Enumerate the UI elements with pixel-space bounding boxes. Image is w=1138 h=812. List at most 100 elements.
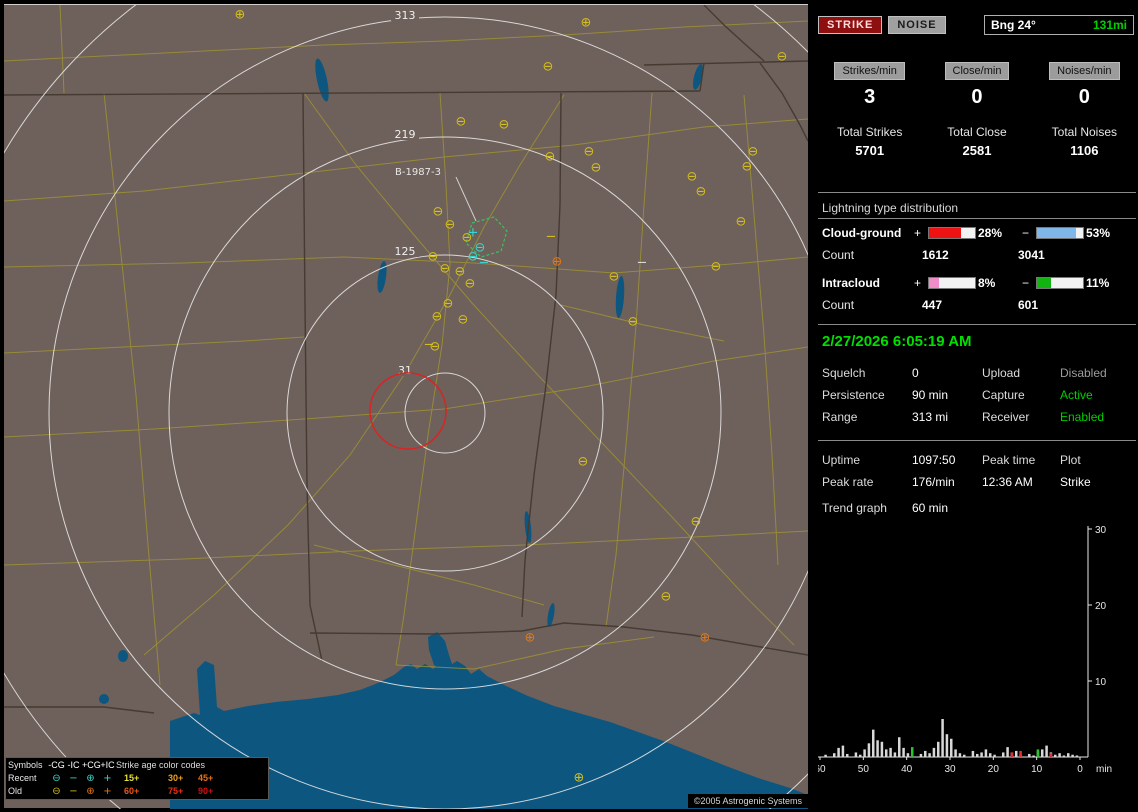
- strike-symbol: ⊖: [458, 313, 469, 328]
- old-ic-pos-icon: +: [103, 786, 112, 797]
- bearing-distance: 131mi: [1092, 18, 1127, 32]
- legend-recent-row: Recent ⊖ − ⊕ + 15+ 30+ 45+: [8, 772, 266, 785]
- persistence-value: 90 min: [912, 388, 949, 402]
- divider: [818, 192, 1136, 193]
- noise-indicator[interactable]: NOISE: [888, 16, 946, 34]
- cloud-ground-counts: Count 1612 3041: [822, 248, 1138, 262]
- strike-symbol: ⊖: [440, 262, 451, 277]
- strike-symbol: ⊖: [736, 215, 747, 230]
- recent-cg-pos-icon: ⊕: [86, 773, 95, 784]
- strike-symbol: ⊖: [742, 160, 753, 175]
- peak-rate-label: Peak rate: [822, 475, 874, 489]
- persistence-label: Persistence: [822, 388, 885, 402]
- svg-text:10: 10: [1031, 764, 1043, 775]
- water-layer: [99, 58, 808, 809]
- map-canvas[interactable]: 313 219 125 31 B-1987-3 ⊖⊖ ⊖⊖ ⊖⊖⊖⊖⊖⊖⊖⊖⊖⊖⊖ ⊖…: [4, 5, 808, 809]
- capture-label: Capture: [982, 388, 1025, 402]
- cg-neg-pct: 53%: [1086, 226, 1111, 240]
- ic-neg-pct: 11%: [1086, 276, 1110, 290]
- settings-grid: Squelch 0 Upload Disabled Persistence 90…: [822, 366, 1138, 424]
- strike-symbol: −: [479, 256, 490, 271]
- receiver-label: Receiver: [982, 410, 1030, 424]
- cloud-ground-row: Cloud-ground + 28% − 53%: [822, 226, 1138, 240]
- ring-label-313: 313: [395, 9, 416, 22]
- ic-neg-count: 601: [1018, 298, 1039, 312]
- recent-cg-neg-icon: ⊖: [52, 773, 61, 784]
- ring-label-219: 219: [395, 128, 416, 141]
- strike-symbol: ⊖: [584, 145, 595, 160]
- total-strikes-label: Total Strikes: [836, 125, 903, 139]
- ic-pos-count: 447: [922, 298, 943, 312]
- old-cg-pos-icon: ⊕: [86, 786, 95, 797]
- strike-symbol: ⊕: [235, 8, 246, 23]
- legend-col-cg-neg: -CG: [48, 760, 65, 770]
- strike-symbol: ⊖: [445, 218, 456, 233]
- strikes-per-min-badge: Strikes/min: [834, 62, 905, 80]
- svg-text:20: 20: [1095, 601, 1107, 612]
- svg-text:10: 10: [1095, 677, 1107, 688]
- ic-pos-bar: [928, 277, 976, 289]
- total-close-label: Total Close: [947, 125, 1007, 139]
- peak-time-label: Peak time: [982, 453, 1036, 467]
- strike-symbol: ⊕: [700, 631, 711, 646]
- cg-pos-count: 1612: [922, 248, 949, 262]
- lightning-map[interactable]: 313 219 125 31 B-1987-3 ⊖ ⊖ ⊖ ⊖ ⊖ ⊖ ⊖ ⊖ ⊖ ⊖ ⊖ ⊖ ⊖ ⊖ ⊖ ⊖…: [4, 4, 808, 809]
- legend-old-row: Old ⊖ − ⊕ + 60+ 75+ 90+: [8, 785, 266, 798]
- svg-text:30: 30: [944, 764, 956, 775]
- strike-indicator[interactable]: STRIKE: [818, 16, 883, 34]
- roads-layer: [4, 5, 808, 686]
- strike-symbol: ⊖: [432, 310, 443, 325]
- legend-col-ic-pos: +IC: [100, 760, 115, 770]
- strike-symbol: ⊖: [777, 50, 788, 65]
- rate-stats: Strikes/min Close/min Noises/min 3 0 0 T…: [816, 62, 1138, 158]
- strike-symbol: ⊖: [465, 277, 476, 292]
- strike-symbol: ⊖: [578, 455, 589, 470]
- strike-symbol: ⊕: [525, 631, 536, 646]
- legend-row-recent: Recent: [8, 773, 37, 783]
- ring-labels: 313 219 125 31: [391, 9, 419, 377]
- svg-text:30: 30: [1095, 525, 1107, 536]
- strike-symbol: ⊖: [543, 60, 554, 75]
- bearing-label: Bng 24°: [991, 18, 1036, 32]
- age-code-60: 60+: [124, 786, 140, 796]
- storm-cell-label: B-1987-3: [395, 167, 441, 178]
- legend-col-ic-neg: -IC: [67, 760, 80, 770]
- strike-symbol: ⊖: [443, 297, 454, 312]
- squelch-label: Squelch: [822, 366, 866, 380]
- strikes-layer: ⊖⊖ ⊖⊖ ⊖⊖⊖⊖⊖⊖⊖⊖⊖⊖⊖ ⊖⊖⊖⊖ ⊖⊖⊖⊖⊖⊖⊖⊖⊖⊖⊕⊕⊕−−⊕⊕ ⊕+⊖⊖…: [235, 8, 788, 786]
- trend-graph-window: 60 min: [912, 501, 949, 515]
- capture-status: Active: [1060, 388, 1093, 402]
- copyright-text: ©2005 Astrogenic Systems: [687, 794, 808, 808]
- strike-symbol: −: [637, 256, 648, 271]
- strike-symbol: ⊖: [661, 590, 672, 605]
- distribution-title: Lightning type distribution: [822, 201, 959, 215]
- cloud-ground-label: Cloud-ground: [822, 226, 902, 240]
- strike-symbol: −: [424, 338, 435, 353]
- strike-symbol: ⊖: [711, 260, 722, 275]
- status-grid: Uptime 1097:50 Peak time Plot Peak rate …: [822, 453, 1138, 489]
- legend-age-header: Strike age color codes: [116, 760, 206, 770]
- close-per-min-value: 0: [971, 86, 983, 108]
- plus-sign: +: [914, 226, 922, 240]
- close-per-min-badge: Close/min: [944, 62, 1010, 80]
- strike-symbol: ⊕: [552, 255, 563, 270]
- recent-ic-neg-icon: −: [69, 773, 78, 784]
- strikes-per-min-value: 3: [864, 86, 876, 108]
- svg-text:40: 40: [901, 764, 913, 775]
- count-label: Count: [822, 248, 855, 262]
- noises-per-min-badge: Noises/min: [1049, 62, 1120, 80]
- svg-text:min: min: [1096, 764, 1112, 775]
- svg-text:20: 20: [988, 764, 1000, 775]
- strike-symbol: ⊖: [628, 315, 639, 330]
- age-code-90: 90+: [198, 786, 214, 796]
- svg-text:0: 0: [1077, 764, 1083, 775]
- minus-sign: −: [1022, 276, 1030, 290]
- peak-time-value: 12:36 AM: [982, 475, 1033, 489]
- storm-track-circle: [369, 372, 447, 450]
- age-code-45: 45+: [198, 773, 214, 783]
- divider: [818, 440, 1136, 441]
- strike-symbol: ⊖: [748, 145, 759, 160]
- strike-symbol: ⊖: [687, 170, 698, 185]
- strike-symbol: −: [546, 230, 557, 245]
- upload-status: Disabled: [1060, 366, 1107, 380]
